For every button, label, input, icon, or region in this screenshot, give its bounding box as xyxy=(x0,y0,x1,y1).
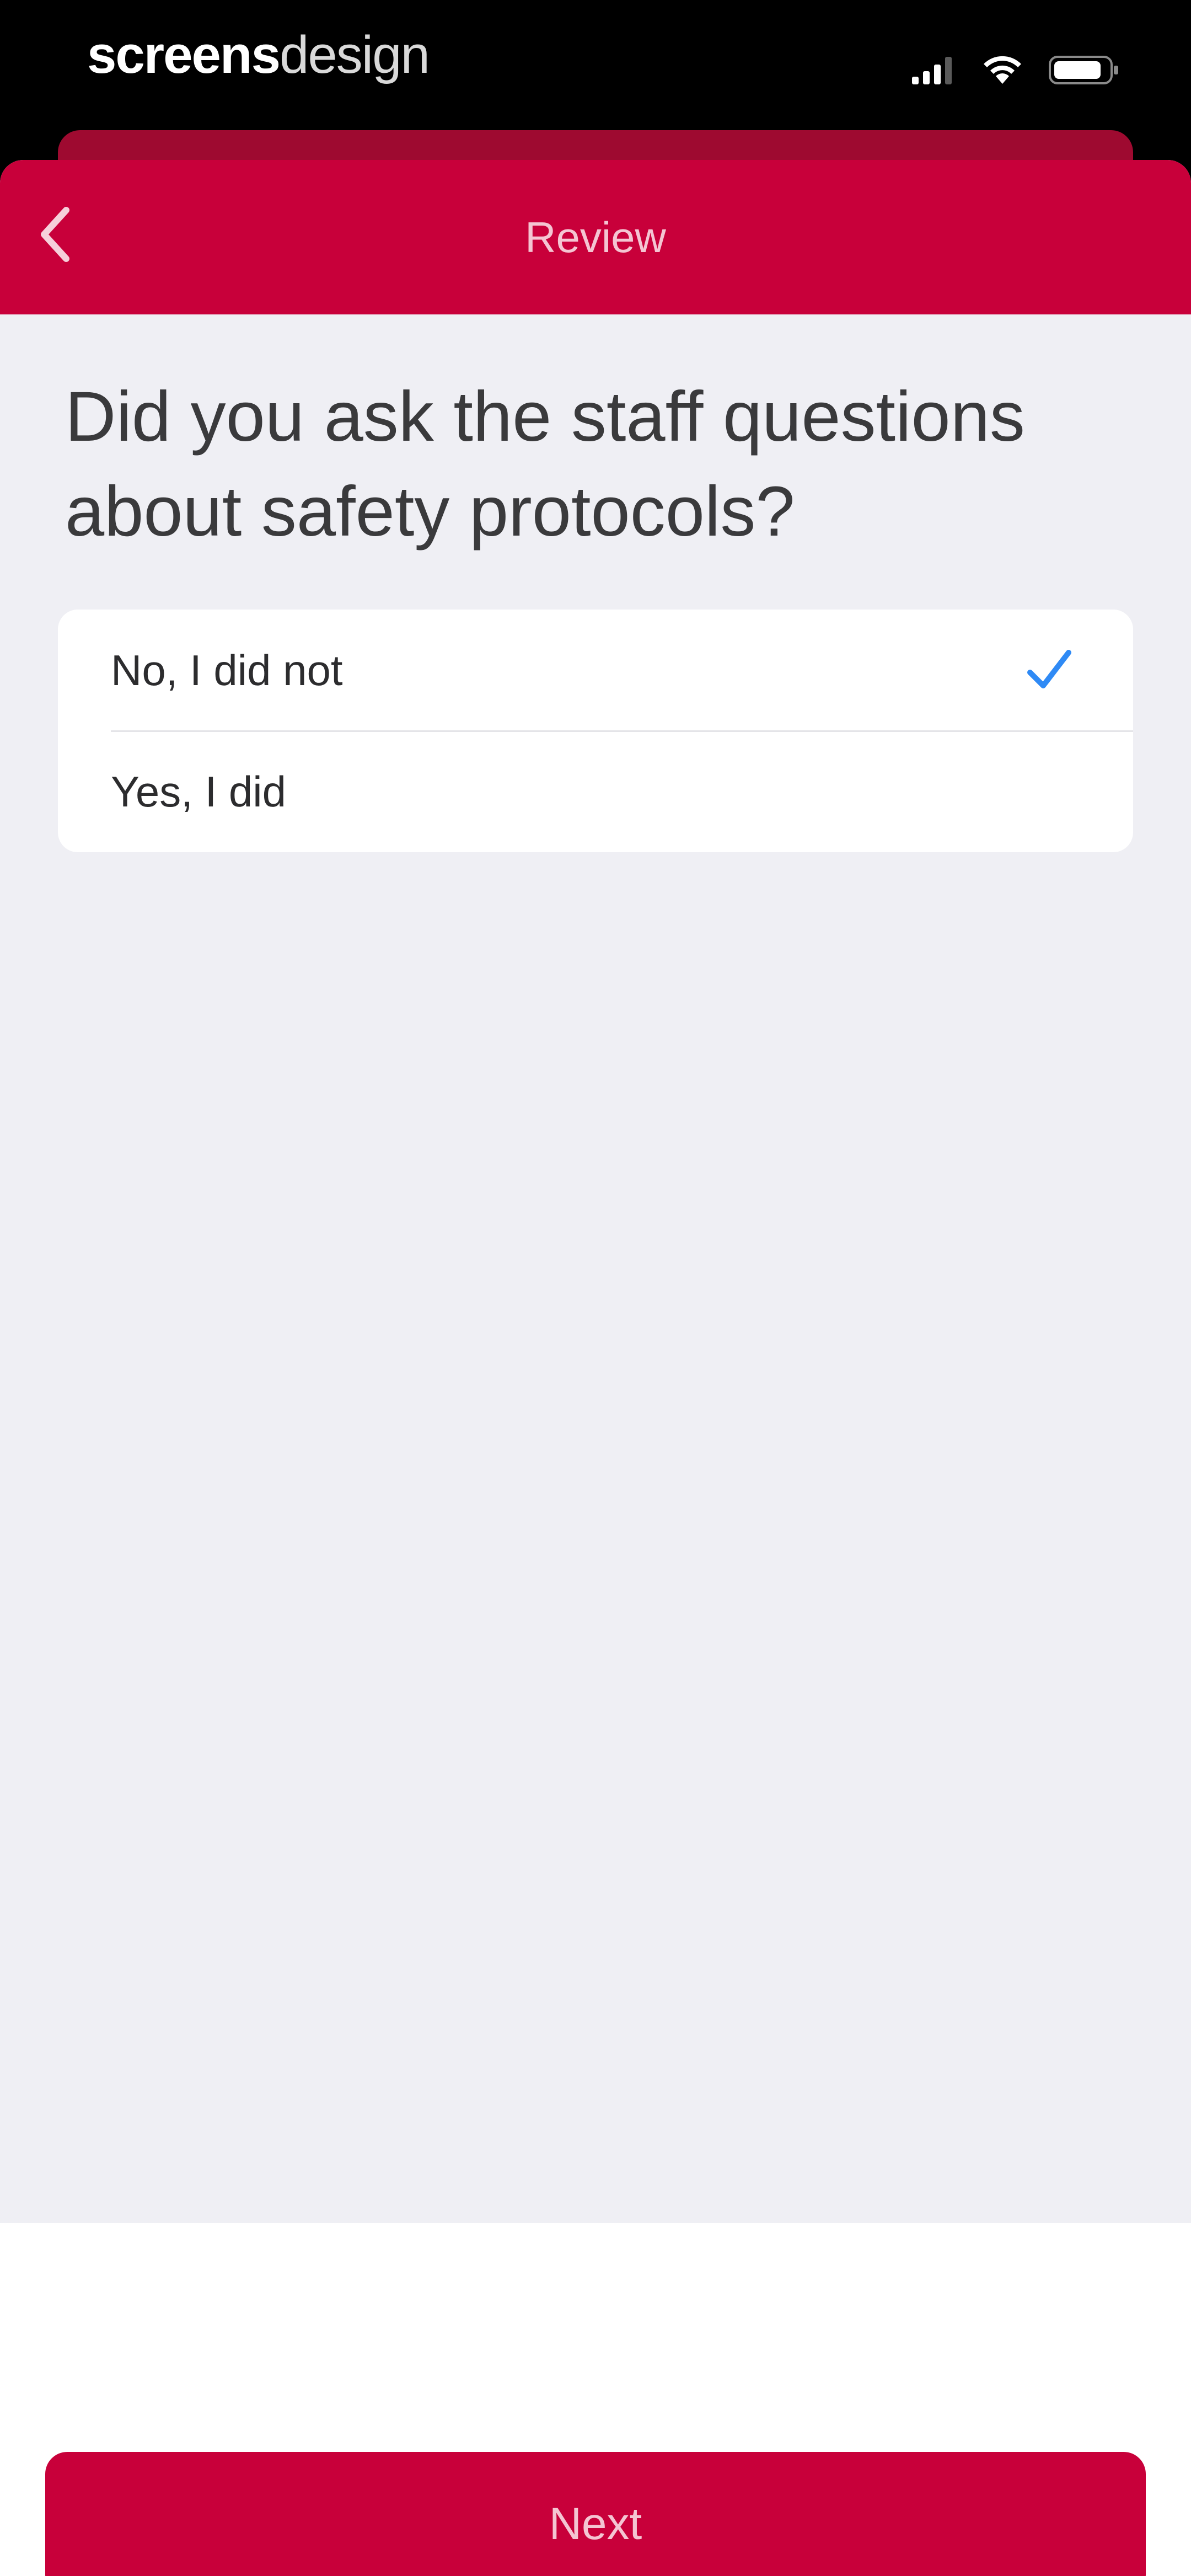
signal-icon xyxy=(912,57,952,84)
watermark-bold-text: screens xyxy=(87,25,281,84)
question-text: Did you ask the staff questions about sa… xyxy=(65,377,1025,551)
watermark-logo: screensdesign xyxy=(87,22,430,88)
chevron-left-icon xyxy=(41,207,69,262)
wifi-icon xyxy=(984,56,1021,84)
option-label: Yes, I did xyxy=(111,767,287,816)
option-yes[interactable]: Yes, I did xyxy=(58,731,1133,852)
back-button[interactable] xyxy=(22,199,88,270)
option-label: No, I did not xyxy=(111,646,343,694)
status-icons xyxy=(912,51,1119,89)
option-no[interactable]: No, I did not xyxy=(58,610,1133,732)
review-screen: Review Did you ask the staff questions a… xyxy=(0,160,1191,2576)
navigation-bar: Review xyxy=(0,160,1191,314)
next-button[interactable]: Next xyxy=(45,2452,1146,2576)
battery-icon xyxy=(1049,56,1118,84)
checkmark-icon xyxy=(1027,650,1071,688)
page-title: Review xyxy=(525,213,666,261)
answer-options-list: No, I did not Yes, I did xyxy=(58,610,1133,852)
footer: Next xyxy=(0,2223,1191,2576)
watermark-light-text: design xyxy=(279,25,430,84)
